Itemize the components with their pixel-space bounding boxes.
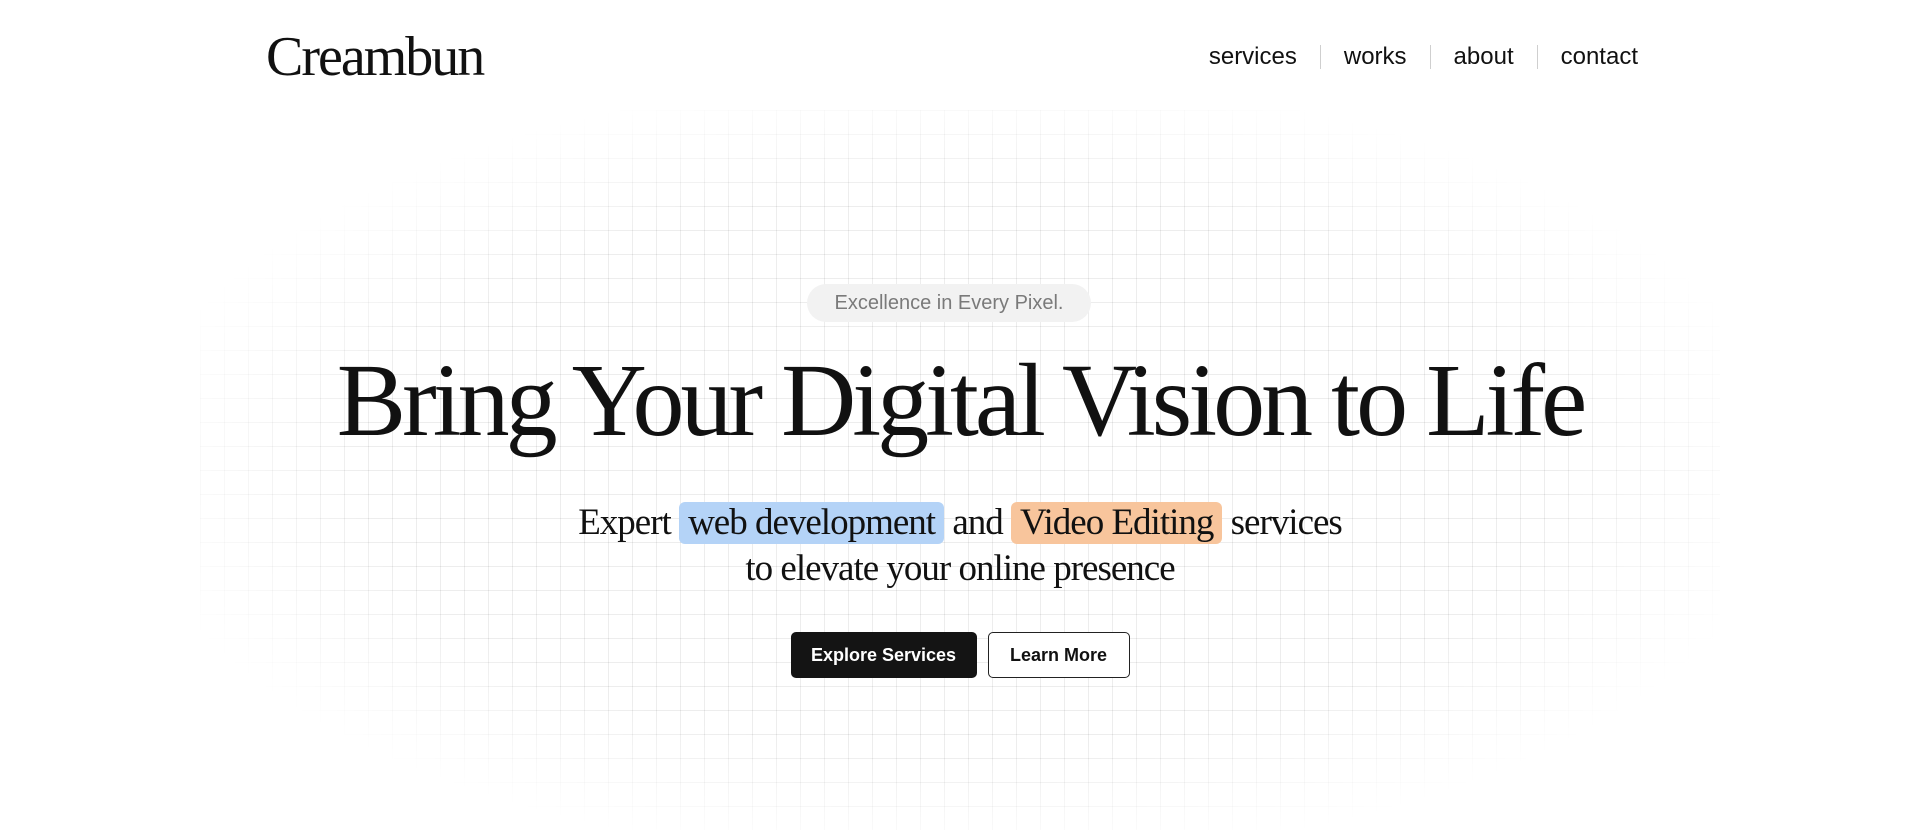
grid-background bbox=[200, 110, 1720, 830]
main-nav: services works about contact bbox=[1186, 43, 1638, 71]
nav-item-contact[interactable]: contact bbox=[1538, 43, 1638, 71]
logo[interactable]: Creambun bbox=[266, 29, 485, 85]
nav-item-about[interactable]: about bbox=[1431, 43, 1537, 71]
page: Creambun services works about contact Ex… bbox=[0, 0, 1920, 836]
hero-headline: Bring Your Digital Vision to Life bbox=[336, 343, 1588, 458]
hero-buttons: Explore Services Learn More bbox=[0, 632, 1920, 678]
explore-services-button[interactable]: Explore Services bbox=[790, 632, 977, 678]
highlight-video-editing: Video Editing bbox=[1011, 502, 1223, 544]
learn-more-button[interactable]: Learn More bbox=[987, 632, 1130, 678]
nav-item-works[interactable]: works bbox=[1321, 43, 1430, 71]
subline-text: Expert bbox=[578, 502, 672, 543]
site-header: Creambun services works about contact bbox=[266, 22, 1638, 92]
hero-subline: Expert web development and Video Editing… bbox=[0, 500, 1920, 592]
tagline-badge: Excellence in Every Pixel. bbox=[807, 284, 1091, 322]
subline-row-2: to elevate your online presence bbox=[745, 548, 1175, 589]
subline-row-1: Expert web development and Video Editing… bbox=[0, 500, 1920, 546]
nav-item-services[interactable]: services bbox=[1186, 43, 1320, 71]
highlight-web-development: web development bbox=[679, 502, 945, 544]
subline-text: and bbox=[952, 502, 1003, 543]
subline-text: services bbox=[1230, 502, 1343, 543]
